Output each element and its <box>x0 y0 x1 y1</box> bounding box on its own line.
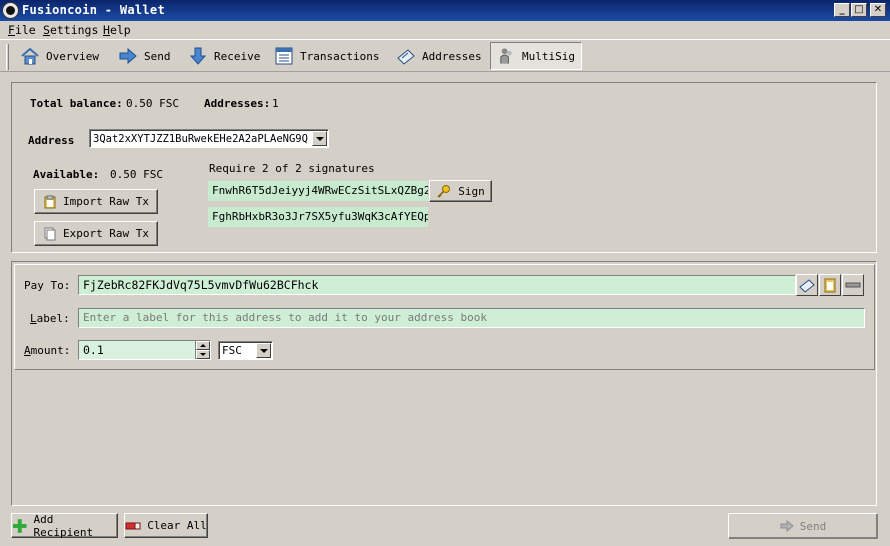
export-raw-tx-label: Export Raw Tx <box>62 227 150 240</box>
paste-button[interactable] <box>819 274 841 296</box>
menu-file-accel: F <box>8 23 15 37</box>
menu-bar: File Settings Help <box>0 21 890 39</box>
copy-pages-icon <box>44 227 56 240</box>
addresses-count-label: Addresses: <box>204 97 271 110</box>
home-icon <box>21 47 39 65</box>
available-label: Available: <box>33 168 100 181</box>
receive-arrow-icon <box>189 47 207 65</box>
available-value: 0.50 FSC <box>110 168 163 181</box>
toolbar: Overview Send Receive Transactions Addre… <box>0 39 890 72</box>
remove-recipient-button[interactable] <box>842 274 864 296</box>
import-raw-tx-label: Import Raw Tx <box>62 195 150 208</box>
tab-transactions[interactable]: Transactions <box>268 42 385 70</box>
close-icon[interactable]: ✕ <box>870 3 886 17</box>
total-balance-value: 0.50 FSC <box>126 97 179 110</box>
pay-to-label: Pay To: <box>24 279 71 292</box>
sign-button-label: Sign <box>458 184 485 198</box>
add-plus-icon <box>12 518 27 533</box>
delete-icon <box>845 282 861 288</box>
clear-all-label: Clear All <box>147 519 207 532</box>
key-icon <box>437 185 451 198</box>
address-select[interactable]: 3Qat2xXYTJZZ1BuRwekEHe2A2aPLAeNG9Q <box>89 129 329 148</box>
clear-all-button[interactable]: Clear All <box>124 513 208 538</box>
title-bar[interactable]: Fusioncoin - Wallet _ □ ✕ <box>0 0 890 21</box>
amount-spinner[interactable] <box>195 341 210 359</box>
export-raw-tx-button[interactable]: Export Raw Tx <box>34 221 158 246</box>
clipboard-icon <box>824 278 836 293</box>
menu-file-label: ile <box>14 23 36 37</box>
maximize-icon[interactable]: □ <box>851 3 867 17</box>
tab-send-label: Send <box>144 49 171 63</box>
pay-to-input[interactable]: FjZebRc82FKJdVq75L5vmvDfWu62BCFhck <box>78 275 796 295</box>
total-balance-label: Total balance: <box>30 97 123 110</box>
address-book-button[interactable] <box>796 274 818 296</box>
signature-key-2: FghRbHxbR3o3Jr7SX5yfu3WqK3cAfYEQpd <box>208 207 428 227</box>
address-label: Address <box>28 134 75 147</box>
toolbar-grip[interactable] <box>6 44 9 70</box>
chevron-down-icon[interactable] <box>312 131 327 146</box>
amount-label: Amount: <box>24 344 71 357</box>
menu-help[interactable]: Help <box>103 23 131 37</box>
chevron-down-icon[interactable] <box>256 343 271 358</box>
tab-addresses[interactable]: Addresses <box>390 42 488 70</box>
label-label: Label: <box>30 312 70 325</box>
tab-addresses-label: Addresses <box>422 49 482 63</box>
menu-settings[interactable]: Settings <box>43 23 98 37</box>
spin-down-icon[interactable] <box>196 350 210 359</box>
address-select-value: 3Qat2xXYTJZZ1BuRwekEHe2A2aPLAeNG9Q <box>93 133 308 145</box>
add-recipient-button[interactable]: Add Recipient <box>11 512 118 539</box>
add-recipient-label: Add Recipient <box>33 512 94 539</box>
require-signatures-text: Require 2 of 2 signatures <box>209 162 375 175</box>
send-button[interactable]: Send <box>728 513 878 539</box>
amount-value: 0.1 <box>83 343 104 357</box>
send-arrow-icon <box>119 47 137 65</box>
tab-multisig[interactable]: MultiSig <box>490 42 582 70</box>
unit-select-value: FSC <box>222 344 242 357</box>
amount-input[interactable]: 0.1 <box>78 340 211 360</box>
tab-receive-label: Receive <box>214 49 261 63</box>
tab-send[interactable]: Send <box>112 42 177 70</box>
menu-file[interactable]: File <box>8 23 36 37</box>
import-raw-tx-button[interactable]: Import Raw Tx <box>34 189 158 214</box>
unit-select[interactable]: FSC <box>218 341 273 360</box>
window-title: Fusioncoin - Wallet <box>22 3 165 17</box>
clipboard-icon <box>44 195 56 208</box>
tab-multisig-label: MultiSig <box>522 49 575 63</box>
tab-overview[interactable]: Overview <box>14 42 105 70</box>
spin-up-icon[interactable] <box>196 341 210 350</box>
menu-help-accel: H <box>103 23 110 37</box>
sign-button[interactable]: Sign <box>429 180 492 202</box>
list-icon <box>275 47 293 65</box>
tab-receive[interactable]: Receive <box>182 42 266 70</box>
send-label: Send <box>799 519 827 533</box>
address-book-icon <box>397 49 415 65</box>
tab-overview-label: Overview <box>46 49 99 63</box>
signature-key-1: FnwhR6T5dJeiyyj4WRwECzSitSLxQZBg2i <box>208 181 428 201</box>
minimize-icon[interactable]: _ <box>834 3 850 17</box>
eraser-icon <box>125 522 141 529</box>
menu-settings-label: ettings <box>49 23 99 37</box>
send-arrow-icon <box>780 519 794 533</box>
menu-help-label: elp <box>109 23 131 37</box>
address-book-icon <box>799 279 815 293</box>
addresses-count-value: 1 <box>272 97 279 110</box>
menu-settings-accel: S <box>43 23 50 37</box>
app-logo-icon <box>3 3 18 18</box>
label-input[interactable]: Enter a label for this address to add it… <box>78 308 865 328</box>
multisig-users-icon <box>500 48 512 64</box>
tab-transactions-label: Transactions <box>300 49 380 63</box>
